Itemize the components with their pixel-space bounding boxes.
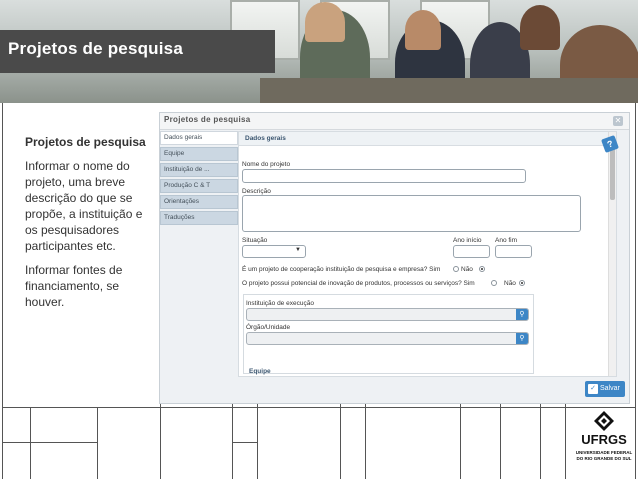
divider (340, 404, 341, 479)
title-bar: Projetos de pesquisa (0, 30, 275, 73)
student-figure (305, 2, 345, 42)
form-scrollbar[interactable] (608, 132, 616, 376)
explanation-text: Projetos de pesquisa Informar o nome do … (25, 134, 155, 318)
tab-producao[interactable]: Produção C & T (160, 179, 238, 193)
chevron-down-icon: ▼ (295, 247, 301, 253)
divider (460, 404, 461, 479)
search-icon[interactable]: ⚲ (516, 333, 528, 344)
divider (232, 442, 257, 443)
explanation-paragraph: Informar o nome do projeto, uma breve de… (25, 159, 143, 253)
divider (160, 404, 161, 479)
ufrgs-emblem-icon (594, 411, 614, 431)
slide: Projetos de pesquisa Projetos de pesquis… (0, 0, 638, 479)
orgao-lookup[interactable]: ⚲ (246, 332, 529, 345)
cooperacao-question: É um projeto de cooperação instituição d… (242, 266, 441, 273)
window-titlebar: Projetos de pesquisa ✕ (160, 113, 629, 130)
tab-dados-gerais[interactable]: Dados gerais (160, 131, 238, 145)
logo-subtitle: UNIVERSIDADE FEDERAL DO RIO GRANDE DO SU… (575, 450, 633, 461)
divider (635, 103, 636, 479)
orgao-label: Órgão/Unidade (246, 324, 291, 331)
section-title: Dados gerais (245, 135, 286, 142)
divider (365, 404, 366, 479)
situacao-select[interactable]: ▼ (242, 245, 306, 258)
ano-fim-input[interactable] (495, 245, 532, 258)
instituicao-label: Instituição de execução (246, 300, 314, 307)
app-window: Projetos de pesquisa ✕ Dados gerais Equi… (159, 112, 630, 404)
check-icon: ✓ (588, 384, 598, 394)
divider (97, 407, 98, 479)
divider (2, 442, 97, 443)
ufrgs-logo: UFRGS UNIVERSIDADE FEDERAL DO RIO GRANDE… (575, 408, 633, 474)
desk (260, 78, 638, 103)
divider (500, 404, 501, 479)
nome-label: Nome do projeto (242, 161, 291, 168)
tab-orientacoes[interactable]: Orientações (160, 195, 238, 209)
logo-name: UFRGS (581, 432, 627, 447)
inovacao-nao-label: Não (504, 280, 516, 287)
situacao-label: Situação (242, 237, 268, 244)
close-icon[interactable]: ✕ (613, 116, 623, 126)
ano-inicio-input[interactable] (453, 245, 490, 258)
divider (257, 404, 258, 479)
student-figure (520, 5, 560, 50)
save-label: Salvar (600, 385, 620, 392)
nome-input[interactable] (242, 169, 526, 183)
inovacao-question: O projeto possui potencial de inovação d… (242, 280, 475, 287)
descricao-textarea[interactable] (242, 195, 581, 232)
divider (540, 404, 541, 479)
cooperacao-nao-label: Não (461, 266, 473, 273)
section-header: Dados gerais (239, 132, 616, 146)
divider (2, 103, 3, 479)
cooperacao-nao-radio[interactable] (479, 266, 485, 272)
tab-instituicao[interactable]: Instituição de ... (160, 163, 238, 177)
explanation-heading: Projetos de pesquisa (25, 135, 146, 149)
slide-title: Projetos de pesquisa (8, 39, 183, 58)
tab-list: Dados gerais Equipe Instituição de ... P… (160, 131, 238, 227)
instituicao-lookup[interactable]: ⚲ (246, 308, 529, 321)
inovacao-sim-radio[interactable] (491, 280, 497, 286)
explanation-paragraph: Informar fontes de financiamento, se hou… (25, 263, 123, 309)
form-panel: Dados gerais Nome do projeto Descrição S… (238, 131, 617, 377)
ano-fim-label: Ano fim (495, 237, 518, 244)
save-button[interactable]: ✓ Salvar (585, 381, 625, 397)
tab-equipe[interactable]: Equipe (160, 147, 238, 161)
ano-inicio-label: Ano início (453, 237, 482, 244)
equipe-section-title: Equipe (249, 368, 271, 375)
descricao-label: Descrição (242, 188, 271, 195)
student-figure (405, 10, 441, 50)
divider (30, 407, 31, 479)
divider (565, 404, 566, 479)
cooperacao-sim-radio[interactable] (453, 266, 459, 272)
inovacao-nao-radio[interactable] (519, 280, 525, 286)
search-icon[interactable]: ⚲ (516, 309, 528, 320)
window-title: Projetos de pesquisa (164, 115, 251, 124)
tab-traducoes[interactable]: Traduções (160, 211, 238, 225)
